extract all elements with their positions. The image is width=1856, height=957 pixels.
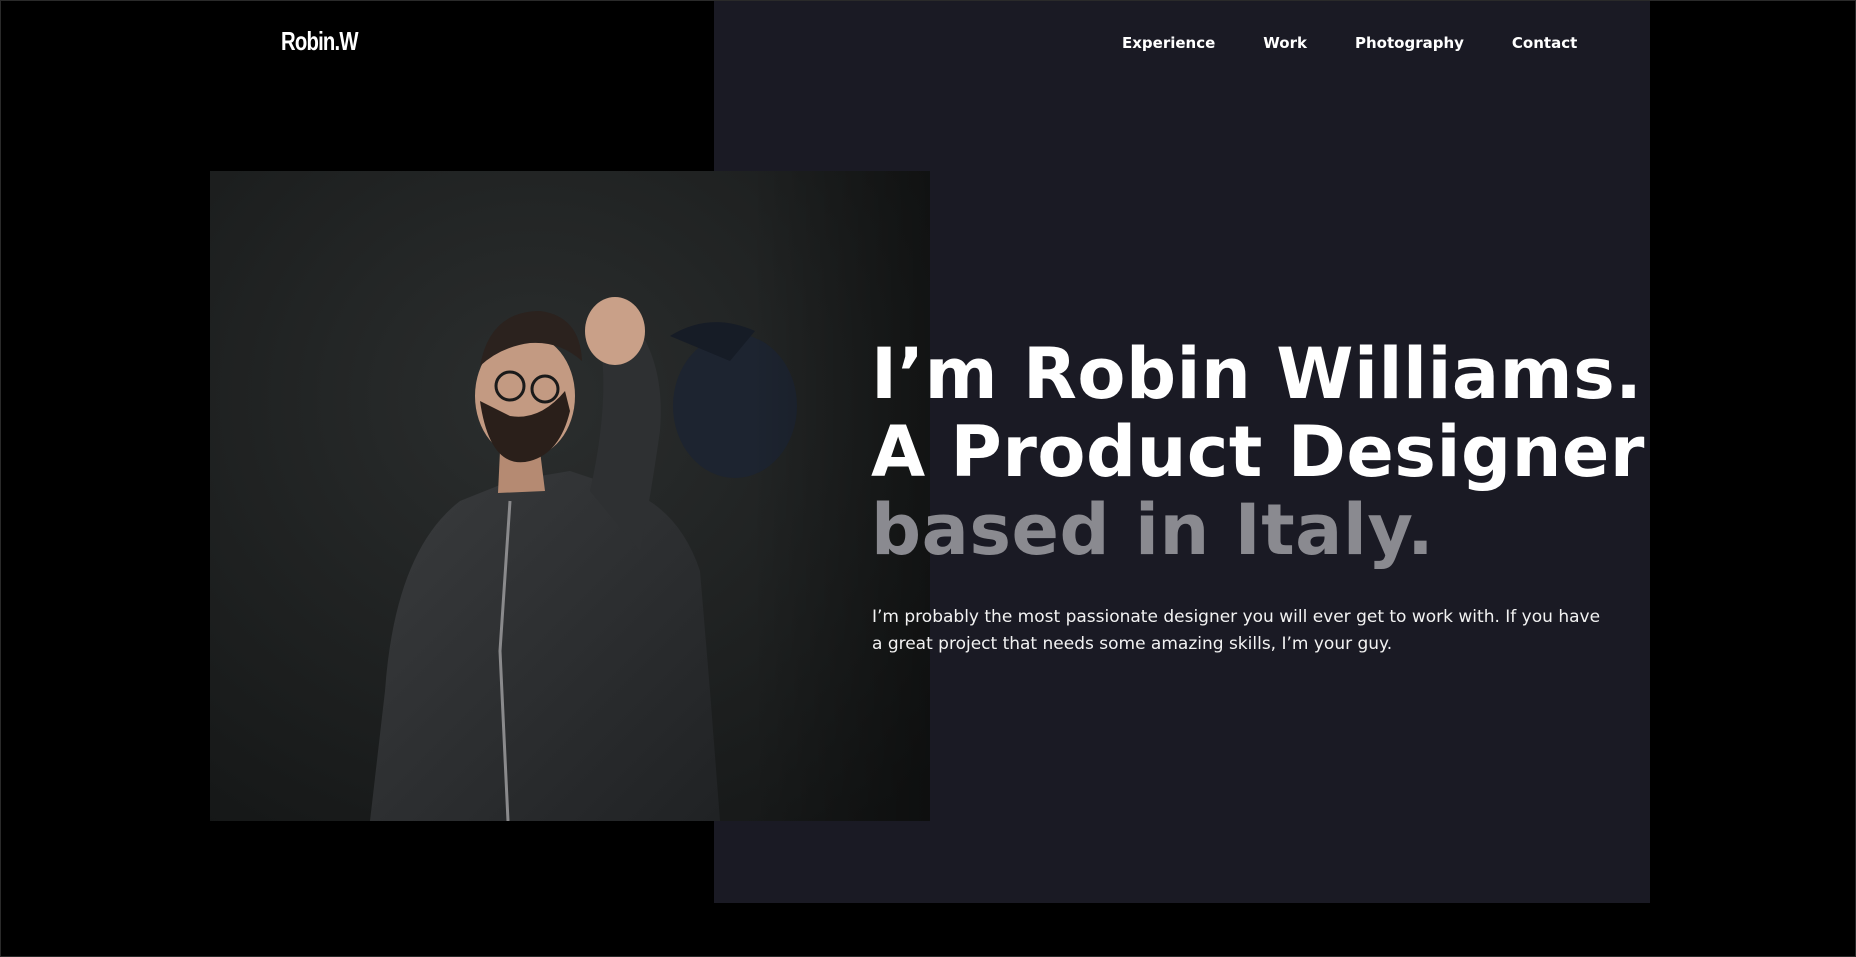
- nav-link-work[interactable]: Work: [1263, 34, 1307, 52]
- hero-line-role: A Product Designer: [871, 411, 1645, 493]
- hero-line-location: based in Italy.: [871, 489, 1435, 571]
- nav-link-contact[interactable]: Contact: [1512, 34, 1577, 52]
- nav-link-experience[interactable]: Experience: [1122, 34, 1215, 52]
- hero-line-name: I’m Robin Williams.: [871, 333, 1643, 415]
- portrait-photo: [210, 171, 930, 821]
- main-nav: Experience Work Photography Contact: [1122, 34, 1577, 52]
- hero-heading: I’m Robin Williams. A Product Designer b…: [871, 335, 1645, 569]
- intro-paragraph: I’m probably the most passionate designe…: [872, 607, 1601, 654]
- nav-link-photography[interactable]: Photography: [1355, 34, 1464, 52]
- site-logo[interactable]: Robin.W: [281, 26, 359, 57]
